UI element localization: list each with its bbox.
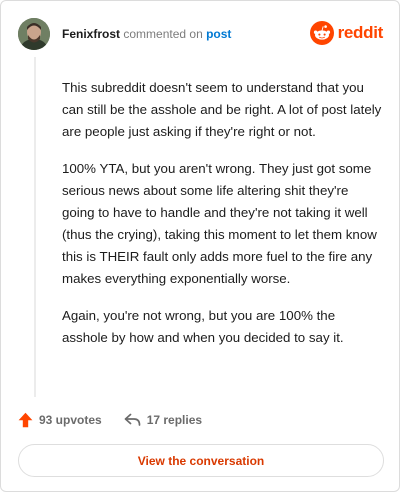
user-avatar[interactable] <box>18 18 50 50</box>
post-link[interactable]: post <box>206 27 231 41</box>
comment-actions: 93 upvotes 17 replies <box>18 409 202 431</box>
reddit-snoo-icon <box>309 21 334 45</box>
comment-paragraph: This subreddit doesn't seem to understan… <box>62 80 382 139</box>
comment-header: Fenixfrost commented on post <box>62 27 231 41</box>
commented-on-label: commented on <box>123 27 203 41</box>
comment-paragraph: Again, you're not wrong, but you are 100… <box>62 308 344 345</box>
reply-arrow-icon <box>124 413 141 426</box>
upvote-count: 93 upvotes <box>39 413 102 427</box>
reply-count: 17 replies <box>146 413 203 427</box>
replies-button[interactable]: 17 replies <box>124 413 202 427</box>
reddit-wordmark: reddit <box>337 23 384 42</box>
view-conversation-button[interactable]: View the conversation <box>18 444 384 477</box>
upvote-button[interactable]: 93 upvotes <box>18 412 102 428</box>
comment-body: This subreddit doesn't seem to understan… <box>62 77 382 364</box>
comment-paragraph: 100% YTA, but you aren't wrong. They jus… <box>62 161 377 286</box>
comment-embed-card: Fenixfrost commented on post reddit This… <box>0 0 400 492</box>
thread-line[interactable] <box>34 57 36 397</box>
reddit-logo[interactable]: reddit <box>309 20 384 46</box>
upvote-arrow-icon <box>18 412 33 428</box>
author-name[interactable]: Fenixfrost <box>62 27 120 41</box>
